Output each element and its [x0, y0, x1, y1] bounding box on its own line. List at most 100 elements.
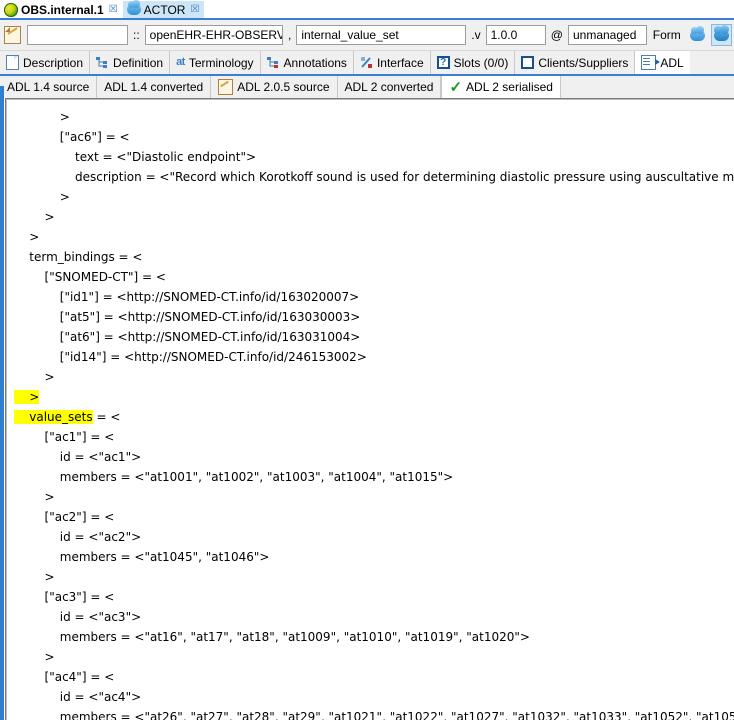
code-line: id = <"ac3"> [14, 610, 142, 624]
code-line: > [14, 490, 55, 504]
selection-highlight: > [14, 390, 40, 404]
code-line: ["ac2"] = < [14, 510, 115, 524]
editor-tab-label: OBS.internal.1 [21, 2, 104, 17]
pencil-doc-icon [218, 79, 234, 95]
tab-adl[interactable]: ADL [635, 51, 690, 74]
code-line: > [14, 230, 40, 244]
code-line: description = <"Record which Korotkoff s… [14, 170, 734, 184]
subtab-label: ADL 1.4 source [7, 80, 90, 94]
active-pane-accent-stripe [0, 86, 4, 720]
code-line: id = <"ac2"> [14, 530, 142, 544]
editor-tab-label: ACTOR [143, 2, 186, 17]
selection-highlight: value_sets [14, 410, 93, 424]
rm-class-input[interactable]: openEHR-EHR-OBSERVATIO [144, 25, 283, 45]
question-box-icon: ? [436, 56, 450, 69]
close-icon[interactable]: ☒ [190, 4, 199, 15]
version-input[interactable]: 1.0.0 [485, 25, 546, 45]
form-differential-toggle-button[interactable] [711, 24, 732, 46]
lifecycle-input[interactable]: unmanaged [567, 25, 647, 45]
section-tab-bar: Description Definition at Terminology An… [0, 51, 734, 76]
tab-label: Terminology [188, 55, 254, 70]
cloud-toggle-active-icon [714, 24, 730, 41]
code-line: > [14, 570, 55, 584]
subtab-adl-205-source[interactable]: ADL 2.0.5 source [211, 76, 338, 98]
green-check-icon: ✓ [449, 78, 463, 96]
code-line: > [14, 387, 734, 407]
archetype-edit-icon [4, 26, 21, 44]
subtab-label: ADL 1.4 converted [104, 80, 204, 94]
code-line: > [14, 110, 70, 124]
subtab-label: ADL 2 serialised [466, 80, 553, 94]
at-separator: @ [550, 28, 563, 42]
code-line: members = <"at26", "at27", "at28", "at29… [14, 710, 734, 720]
code-line: members = <"at1001", "at1002", "at1003",… [14, 470, 454, 484]
code-line: > [14, 190, 70, 204]
code-line: ["ac1"] = < [14, 430, 115, 444]
tab-slots[interactable]: ? Slots (0/0) [430, 51, 516, 74]
concept-id-input[interactable]: internal_value_set [296, 25, 467, 45]
code-line: text = <"Diastolic endpoint"> [14, 150, 257, 164]
version-separator: .v [471, 28, 481, 42]
editor-tab-strip: OBS.internal.1 ☒ ACTOR ☒ [0, 0, 734, 20]
tab-description[interactable]: Description [0, 51, 91, 74]
subtab-adl-2-serialised[interactable]: ✓ ADL 2 serialised [441, 76, 561, 98]
cloud-icon [126, 0, 141, 15]
adl-source-text[interactable]: > ["ac6"] = < text = <"Diastolic endpoin… [6, 99, 734, 720]
square-box-icon [521, 56, 535, 69]
editor-tab-actor[interactable]: ACTOR ☒ [122, 0, 205, 18]
tab-terminology[interactable]: at Terminology [170, 51, 261, 74]
cloud-toggle-icon [689, 25, 705, 41]
tab-clients-suppliers[interactable]: Clients/Suppliers [515, 51, 636, 74]
adl-source-pane[interactable]: > ["ac6"] = < text = <"Diastolic endpoin… [5, 98, 734, 720]
subtab-filler [560, 76, 734, 98]
code-line: members = <"at1045", "at1046"> [14, 550, 270, 564]
code-line: ["SNOMED-CT"] = < [14, 270, 166, 284]
code-line: value_sets = < [14, 410, 121, 424]
adl-flavour-tab-bar: ADL 1.4 source ADL 1.4 converted ADL 2.0… [0, 76, 734, 98]
tab-label: Slots (0/0) [453, 55, 509, 70]
subtab-adl-2-converted[interactable]: ADL 2 converted [337, 76, 442, 98]
code-line: ["ac3"] = < [14, 590, 115, 604]
code-line: ["at6"] = <http://SNOMED-CT.info/id/1630… [14, 330, 361, 344]
document-icon [6, 55, 19, 70]
code-line: > [14, 370, 55, 384]
subtab-adl-14-source[interactable]: ADL 1.4 source [0, 76, 98, 98]
tab-label: Interface [376, 55, 424, 70]
comma-separator: , [287, 28, 292, 42]
archetype-id-toolbar: :: openEHR-EHR-OBSERVATIO , internal_val… [0, 20, 734, 51]
code-line: > [14, 210, 55, 224]
tab-label: ADL [660, 55, 684, 70]
code-line: > [14, 650, 55, 664]
close-icon[interactable]: ☒ [109, 4, 118, 15]
tab-definition[interactable]: Definition [90, 51, 171, 74]
archetype-icon [4, 2, 18, 17]
double-colon-separator: :: [133, 28, 140, 42]
tab-annotations[interactable]: Annotations [260, 51, 354, 74]
editor-tab-obs-internal-1[interactable]: OBS.internal.1 ☒ [0, 1, 123, 18]
tab-label: Clients/Suppliers [538, 55, 629, 70]
tree-icon [96, 56, 109, 69]
tab-label: Definition [113, 55, 164, 70]
code-line: id = <"ac1"> [14, 450, 142, 464]
code-line: ["id14"] = <http://SNOMED-CT.info/id/246… [14, 350, 367, 364]
code-line: term_bindings = < [14, 250, 143, 264]
form-flat-toggle-button[interactable] [687, 24, 708, 46]
tab-label: Annotations [283, 55, 347, 70]
code-line: members = <"at16", "at17", "at18", "at10… [14, 630, 530, 644]
subtab-label: ADL 2.0.5 source [237, 80, 330, 94]
code-line: ["id1"] = <http://SNOMED-CT.info/id/1630… [14, 290, 360, 304]
code-line: ["ac4"] = < [14, 670, 115, 684]
subtab-label: ADL 2 converted [344, 80, 434, 94]
tab-interface[interactable]: Interface [353, 51, 431, 74]
adl-export-icon [641, 55, 661, 70]
namespace-input[interactable] [26, 25, 128, 45]
interface-icon [360, 56, 373, 69]
form-label: Form [652, 28, 681, 42]
code-line: ["ac6"] = < [14, 130, 130, 144]
tab-label: Description [23, 55, 84, 70]
subtab-adl-14-converted[interactable]: ADL 1.4 converted [97, 76, 212, 98]
code-line: id = <"ac4"> [14, 690, 142, 704]
at-code-icon: at [176, 56, 185, 68]
code-line: ["at5"] = <http://SNOMED-CT.info/id/1630… [14, 310, 361, 324]
annotation-tree-icon [266, 56, 280, 69]
